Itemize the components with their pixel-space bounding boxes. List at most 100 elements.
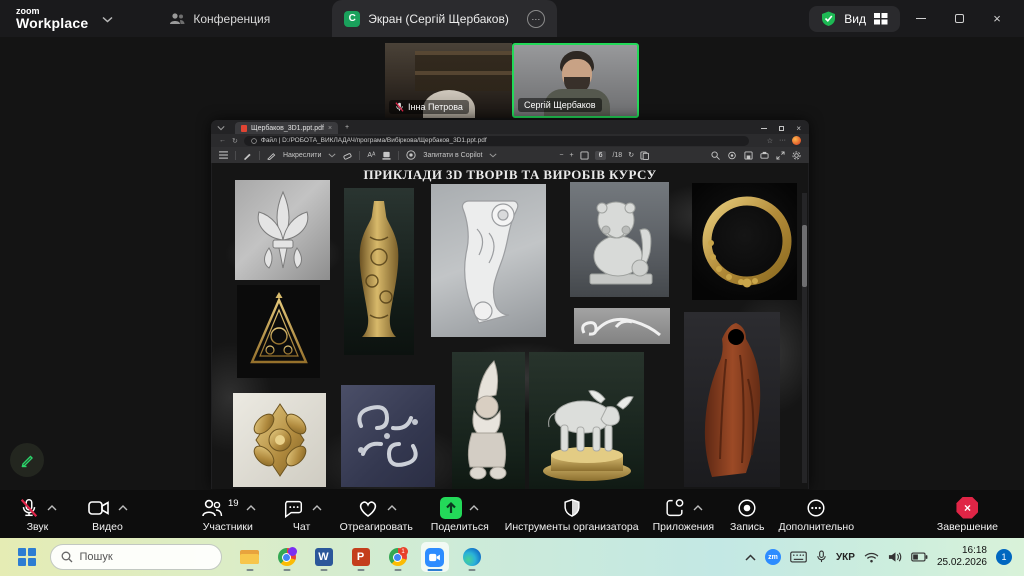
volume-icon[interactable]: [888, 551, 902, 563]
tab-close-icon[interactable]: ×: [328, 125, 332, 132]
view-button[interactable]: Вид: [809, 6, 900, 32]
copilot-button[interactable]: Запитати в Copilot: [423, 152, 482, 159]
zoom-out-icon[interactable]: −: [559, 152, 563, 159]
wifi-icon[interactable]: [864, 552, 879, 563]
video-tile-sergiy[interactable]: Сергій Щербаков: [512, 43, 639, 118]
zoom-in-icon[interactable]: +: [569, 152, 573, 159]
browser-tab[interactable]: Щербаков_3D1.ppt.pdf ×: [235, 122, 338, 134]
tab-options-ellipsis-icon[interactable]: ···: [527, 10, 545, 28]
shared-screen-area: Інна Петрова Сергій Щербаков Щербаков_3D…: [0, 37, 1024, 490]
favorites-star-icon[interactable]: ☆: [767, 137, 773, 145]
eraser-icon[interactable]: [343, 151, 352, 160]
tab-list-chevron-icon[interactable]: [217, 125, 225, 131]
browser-profile-avatar[interactable]: [792, 136, 801, 145]
clock[interactable]: 16:18 25.02.2026: [937, 545, 987, 570]
browser-menu-ellipsis-icon[interactable]: ···: [779, 137, 786, 144]
word-icon: W: [315, 548, 333, 566]
current-page-field[interactable]: 6: [595, 151, 607, 160]
taskbar-powerpoint[interactable]: P: [347, 542, 375, 572]
text-size-icon[interactable]: Aᴬ: [367, 152, 375, 159]
host-tools-shield-icon: [561, 497, 583, 519]
taskbar-chrome-2[interactable]: 1: [384, 542, 412, 572]
toolbar-end-button[interactable]: × Завершение: [937, 496, 998, 533]
toolbar-participants-button[interactable]: 19 Участники: [200, 496, 256, 533]
rotate-page-icon[interactable]: ↻: [628, 151, 634, 159]
browser-refresh-icon[interactable]: ↻: [232, 137, 238, 145]
taskbar-zoom-active[interactable]: [421, 542, 449, 572]
taskbar-file-explorer[interactable]: [236, 542, 264, 572]
touch-keyboard-icon[interactable]: [790, 551, 807, 563]
participants-chevron-up-icon[interactable]: [246, 505, 256, 511]
pdf-scrollbar-thumb[interactable]: [802, 225, 807, 287]
page-view-icon[interactable]: [640, 151, 649, 160]
language-indicator[interactable]: УКР: [836, 552, 855, 563]
taskbar-edge[interactable]: [458, 542, 486, 572]
search-placeholder: Пошук: [80, 551, 113, 563]
toolbar-more-button[interactable]: Дополнительно: [778, 496, 854, 533]
new-tab-button[interactable]: +: [345, 124, 349, 131]
battery-icon[interactable]: [911, 552, 928, 562]
toolbar-video-button[interactable]: Видео: [87, 496, 128, 533]
toolbar-chat-button[interactable]: Чат: [282, 496, 322, 533]
react-chevron-up-icon[interactable]: [387, 505, 397, 511]
settings-gear-icon[interactable]: [792, 151, 801, 160]
audio-chevron-up-icon[interactable]: [47, 505, 57, 511]
tab-screen-share[interactable]: C Экран (Сергій Щербаков) ···: [332, 0, 557, 37]
draw-chevron-icon[interactable]: [328, 153, 336, 158]
tab-conference-label: Конференция: [193, 12, 270, 26]
fullscreen-icon[interactable]: [776, 151, 785, 160]
tray-mic-icon[interactable]: [816, 550, 827, 564]
notification-center-badge[interactable]: 1: [996, 549, 1012, 565]
workspace-chevron-down-icon[interactable]: [102, 10, 113, 28]
participant-nameplate: Сергій Щербаков: [518, 98, 602, 112]
annotate-button[interactable]: [10, 443, 44, 477]
pdf-page-controls: − + 6 /18 ↻: [559, 151, 649, 160]
video-tile-inna[interactable]: Інна Петрова: [385, 43, 512, 118]
participant-name: Сергій Щербаков: [524, 100, 596, 110]
pdf-scrollbar[interactable]: [802, 193, 807, 483]
browser-minimize-icon[interactable]: [761, 128, 767, 129]
toc-icon[interactable]: [219, 151, 228, 159]
tray-zoom-icon[interactable]: zm: [765, 549, 781, 565]
toolbar-share-button[interactable]: Поделиться: [431, 496, 489, 533]
share-chevron-up-icon[interactable]: [469, 505, 479, 511]
highlighter-icon[interactable]: [382, 151, 391, 160]
tray-expand-chevron-icon[interactable]: [745, 554, 756, 561]
window-minimize-button[interactable]: [904, 4, 938, 34]
taskbar-word[interactable]: W: [310, 542, 338, 572]
browser-close-icon[interactable]: ×: [796, 124, 801, 133]
page-info-icon[interactable]: [251, 138, 257, 144]
address-field[interactable]: Файл | D:/РОБОТА_ВИКЛАДАЧ/програма/Вибір…: [244, 136, 749, 146]
toolbar-react-button[interactable]: Отреагировать: [340, 496, 413, 533]
draw-button[interactable]: Накреслити: [283, 152, 321, 159]
fit-page-icon[interactable]: [580, 151, 589, 160]
tab-conference[interactable]: Конференция: [159, 0, 280, 37]
read-aloud-icon[interactable]: [727, 151, 737, 160]
toolbar-record-button[interactable]: Запись: [730, 496, 764, 533]
browser-url-bar: ← ↻ Файл | D:/РОБОТА_ВИКЛАДАЧ/програма/В…: [211, 134, 809, 147]
toolbar-host-tools-button[interactable]: Инструменты организатора: [505, 496, 639, 533]
apps-chevron-up-icon[interactable]: [693, 505, 703, 511]
pen-tool-icon[interactable]: [243, 151, 252, 160]
search-doc-icon[interactable]: [711, 151, 720, 160]
video-thumbnails-strip: Інна Петрова Сергій Щербаков: [385, 43, 639, 118]
taskbar-chrome-1[interactable]: [273, 542, 301, 572]
artwork-foo-lion-statue: [570, 182, 669, 297]
save-icon[interactable]: [744, 151, 753, 160]
copilot-chevron-icon[interactable]: [489, 153, 497, 158]
participant-nameplate: Інна Петрова: [389, 100, 469, 114]
window-close-button[interactable]: ×: [980, 4, 1014, 34]
print-icon[interactable]: [760, 151, 769, 160]
zoom-app-icon: [425, 548, 444, 567]
chrome-icon: [278, 548, 296, 566]
browser-back-icon[interactable]: ←: [219, 137, 226, 144]
start-button[interactable]: [18, 548, 36, 566]
chat-chevron-up-icon[interactable]: [312, 505, 322, 511]
window-maximize-button[interactable]: [942, 4, 976, 34]
share-screen-icon: [440, 497, 462, 519]
toolbar-audio-button[interactable]: Звук: [18, 496, 57, 533]
toolbar-apps-button[interactable]: Приложения: [653, 496, 714, 533]
browser-maximize-icon[interactable]: [779, 126, 784, 131]
taskbar-search-input[interactable]: Пошук: [50, 544, 222, 570]
video-chevron-up-icon[interactable]: [118, 505, 128, 511]
